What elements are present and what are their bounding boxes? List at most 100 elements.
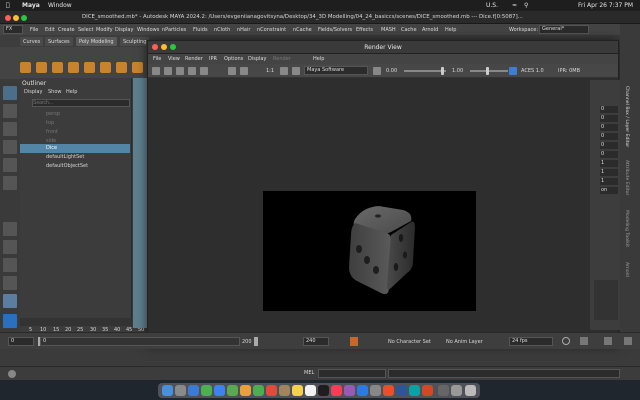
render-view-canvas[interactable] — [148, 78, 618, 334]
menu-create[interactable]: Create — [58, 27, 75, 33]
menu-ncloth[interactable]: nCloth — [214, 27, 230, 33]
downloads-icon[interactable] — [438, 385, 449, 396]
poly-platonic-icon[interactable] — [132, 62, 143, 73]
playback-range-start[interactable]: 0 — [40, 337, 240, 346]
range-end-handle[interactable] — [254, 337, 258, 346]
appletv-icon[interactable] — [318, 385, 329, 396]
poly-torus-icon[interactable] — [84, 62, 95, 73]
menu-edit[interactable]: Edit — [45, 27, 55, 33]
loop-icon[interactable] — [562, 337, 570, 345]
snapshot-icon[interactable] — [176, 67, 184, 75]
poly-cube-icon[interactable] — [36, 62, 47, 73]
exposure-slider-handle[interactable] — [441, 67, 444, 75]
wifi-icon[interactable]: ≈ — [512, 2, 517, 9]
exposure-slider[interactable] — [404, 70, 446, 72]
launchpad-icon[interactable] — [175, 385, 186, 396]
channel-value[interactable]: 1 — [600, 178, 618, 185]
channel-value[interactable]: 0 — [600, 142, 618, 149]
layout-four-icon[interactable] — [3, 240, 17, 254]
menu-display[interactable]: Display — [115, 27, 133, 33]
mail-icon[interactable] — [214, 385, 225, 396]
ratio-button[interactable]: 1:1 — [266, 69, 274, 74]
anim-layer-select[interactable]: No Anim Layer — [446, 340, 483, 345]
outliner-search-input[interactable] — [32, 99, 130, 107]
menu-nconstraint[interactable]: nConstraint — [257, 27, 286, 33]
auto-key-icon[interactable] — [350, 337, 358, 346]
renderer-select[interactable]: Maya Software — [304, 66, 368, 75]
character-set-select[interactable]: No Character Set — [388, 340, 431, 345]
alpha-channel-icon[interactable] — [240, 67, 248, 75]
reminders-icon[interactable] — [305, 385, 316, 396]
rv-menu-file[interactable]: File — [153, 56, 161, 62]
messages-icon[interactable] — [201, 385, 212, 396]
word-icon[interactable] — [396, 385, 407, 396]
shelf-tab-surfaces[interactable]: Surfaces — [45, 37, 73, 46]
trash-icon[interactable] — [465, 385, 476, 396]
menu-nparticles[interactable]: nParticles — [162, 27, 186, 33]
search-icon[interactable]: ⚲ — [524, 2, 528, 9]
layout-two-icon[interactable] — [3, 258, 17, 272]
gamma-value[interactable]: 1.00 — [452, 69, 463, 74]
menu-windows[interactable]: Windows — [137, 27, 159, 33]
rv-menu-view[interactable]: View — [168, 56, 180, 62]
tab-attribute-editor[interactable]: Attribute Editor — [623, 160, 629, 195]
scale-tool-icon[interactable] — [3, 176, 17, 190]
menu-mode-select[interactable]: FX — [3, 25, 23, 34]
channel-value[interactable]: 0 — [600, 151, 618, 158]
menu-ncache[interactable]: nCache — [293, 27, 312, 33]
facetime-icon[interactable] — [253, 385, 264, 396]
outliner-item-persp[interactable]: persp — [20, 110, 132, 119]
workspace-select[interactable]: General* — [539, 25, 589, 34]
lasso-tool-icon[interactable] — [3, 104, 17, 118]
rv-menu-render[interactable]: Render — [185, 56, 203, 62]
color-space-label[interactable]: ACES 1.0 — [521, 69, 544, 74]
current-time-field[interactable]: 0 — [8, 337, 34, 346]
channel-value[interactable]: 1 — [600, 169, 618, 176]
menu-file[interactable]: File — [30, 27, 38, 33]
finder-icon[interactable] — [162, 385, 173, 396]
render-region-icon[interactable] — [164, 67, 172, 75]
menubar-locale[interactable]: U.S. — [486, 2, 498, 9]
refresh-ipr-icon[interactable] — [200, 67, 208, 75]
menu-nhair[interactable]: nHair — [237, 27, 250, 33]
command-language-label[interactable]: MEL — [304, 371, 314, 376]
shelf-tab-sculpting[interactable]: Sculpting — [120, 37, 150, 46]
poly-cylinder-icon[interactable] — [52, 62, 63, 73]
script-editor-icon[interactable] — [8, 370, 16, 378]
redo-render-icon[interactable] — [152, 67, 160, 75]
photos-icon[interactable] — [240, 385, 251, 396]
menu-cache[interactable]: Cache — [401, 27, 417, 33]
music-icon[interactable] — [331, 385, 342, 396]
menu-fields-solvers[interactable]: Fields/Solvers — [318, 27, 352, 33]
close-window-button[interactable] — [5, 15, 11, 21]
move-tool-icon[interactable] — [3, 140, 17, 154]
command-input[interactable] — [318, 369, 386, 378]
layer-editor-list[interactable] — [594, 280, 618, 320]
sound-icon[interactable] — [580, 337, 588, 345]
tab-modeling-toolkit[interactable]: Modeling Toolkit — [623, 210, 629, 247]
channel-value[interactable]: 0 — [600, 133, 618, 140]
animation-end-field[interactable]: 240 — [303, 337, 329, 346]
channel-value[interactable]: 1 — [600, 160, 618, 167]
fps-select[interactable]: 24 fps — [509, 337, 553, 346]
rv-menu-display[interactable]: Display — [248, 56, 266, 62]
podcasts-icon[interactable] — [344, 385, 355, 396]
layout-outliner-icon[interactable] — [3, 276, 17, 290]
gamma-slider-handle[interactable] — [486, 67, 489, 75]
select-tool-icon[interactable] — [3, 86, 17, 100]
safari-icon[interactable] — [188, 385, 199, 396]
menu-modify[interactable]: Modify — [96, 27, 113, 33]
maya-logo-icon[interactable] — [3, 314, 17, 328]
layout-single-icon[interactable] — [3, 222, 17, 236]
rotate-tool-icon[interactable] — [3, 158, 17, 172]
poly-sphere-icon[interactable] — [20, 62, 31, 73]
poly-disc-icon[interactable] — [116, 62, 127, 73]
calendar-icon[interactable] — [266, 385, 277, 396]
gamma-slider[interactable] — [470, 70, 508, 72]
rgb-channel-icon[interactable] — [228, 67, 236, 75]
exposure-value[interactable]: 0.00 — [386, 69, 397, 74]
tab-arnold[interactable]: Arnold — [623, 262, 629, 277]
outliner-menu-help[interactable]: Help — [66, 90, 77, 95]
notes-icon[interactable] — [292, 385, 303, 396]
maya-dock-icon[interactable] — [409, 385, 420, 396]
